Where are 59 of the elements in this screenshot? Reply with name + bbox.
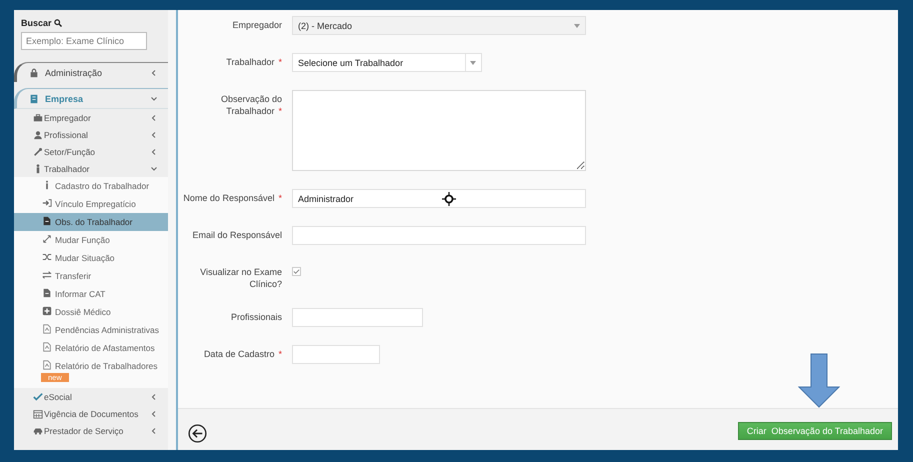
field-label: Nome do Responsável * xyxy=(182,192,282,204)
search-field[interactable]: Exemplo: Exame Clínico xyxy=(21,32,147,50)
field-label: Profissionais xyxy=(230,311,282,323)
submenu-item[interactable]: Pendências Administrativas xyxy=(14,321,168,339)
field-label: Visualizar no Exame Clínico? xyxy=(199,266,282,290)
calendar-icon xyxy=(33,408,43,418)
checkbox[interactable] xyxy=(292,267,301,276)
input-field[interactable] xyxy=(292,226,586,245)
textarea-field[interactable] xyxy=(292,90,586,171)
submenu-item[interactable]: Mudar Situação xyxy=(14,249,168,267)
caret-icon xyxy=(574,24,580,28)
submenu-item[interactable]: Informar CAT xyxy=(14,285,168,303)
wrench-icon xyxy=(33,146,43,156)
document-icon xyxy=(42,324,52,334)
menu-item[interactable]: Setor/Função xyxy=(14,143,168,160)
search-label: Buscar xyxy=(21,18,62,28)
car-icon xyxy=(33,426,43,436)
field-label: Empregador xyxy=(231,19,282,31)
input-field[interactable]: Administrador xyxy=(292,189,586,208)
building-icon xyxy=(29,94,39,104)
submenu-item[interactable]: Transferir xyxy=(14,267,168,285)
field-label: Observação do Trabalhador * xyxy=(220,93,282,117)
search-icon xyxy=(54,19,62,27)
menu-item[interactable]: Trabalhador xyxy=(14,160,168,177)
swap-icon xyxy=(42,270,52,280)
plus-square-icon xyxy=(42,306,52,316)
submenu-item[interactable]: Cadastro do Trabalhador xyxy=(14,177,168,195)
field-label: Data de Cadastro * xyxy=(202,348,282,360)
down-arrow-icon xyxy=(798,353,840,408)
submenu-item[interactable]: Mudar Função xyxy=(14,231,168,249)
select-field[interactable]: Selecione um Trabalhador xyxy=(292,53,482,72)
document-icon xyxy=(42,288,52,298)
menu-item[interactable]: Administração xyxy=(14,62,168,82)
crosshair-icon xyxy=(442,192,456,206)
field-label: Trabalhador * xyxy=(225,56,282,68)
lock-icon xyxy=(29,68,39,78)
submenu-item[interactable]: Vínculo Empregatício xyxy=(14,195,168,213)
submenu-item[interactable]: Obs. do Trabalhador xyxy=(14,213,168,231)
shuffle-icon xyxy=(42,252,52,262)
resize-icon xyxy=(42,234,52,244)
briefcase-icon xyxy=(33,112,43,122)
date-field[interactable] xyxy=(292,345,380,364)
menu-item[interactable]: Empresa xyxy=(14,88,168,109)
field-label: Email do Responsável xyxy=(191,229,282,241)
check-icon xyxy=(33,392,43,402)
menu-item[interactable]: Profissional xyxy=(14,126,168,143)
menu-item[interactable]: Prestador de Serviço xyxy=(14,422,168,439)
sign-in-icon xyxy=(42,198,52,208)
caret-icon xyxy=(470,60,476,64)
user-icon xyxy=(33,130,43,140)
input-field[interactable] xyxy=(292,308,423,327)
menu-item[interactable]: eSocial xyxy=(14,388,168,405)
document-icon xyxy=(42,216,52,226)
menu-item[interactable]: Vigência de Documentos xyxy=(14,405,168,422)
document-icon xyxy=(42,342,52,352)
submenu-item[interactable]: Relatório de Afastamentos xyxy=(14,339,168,357)
menu-item[interactable]: Empregador xyxy=(14,109,168,126)
document-icon xyxy=(42,360,52,370)
submenu-item[interactable]: Dossiê Médico xyxy=(14,303,168,321)
